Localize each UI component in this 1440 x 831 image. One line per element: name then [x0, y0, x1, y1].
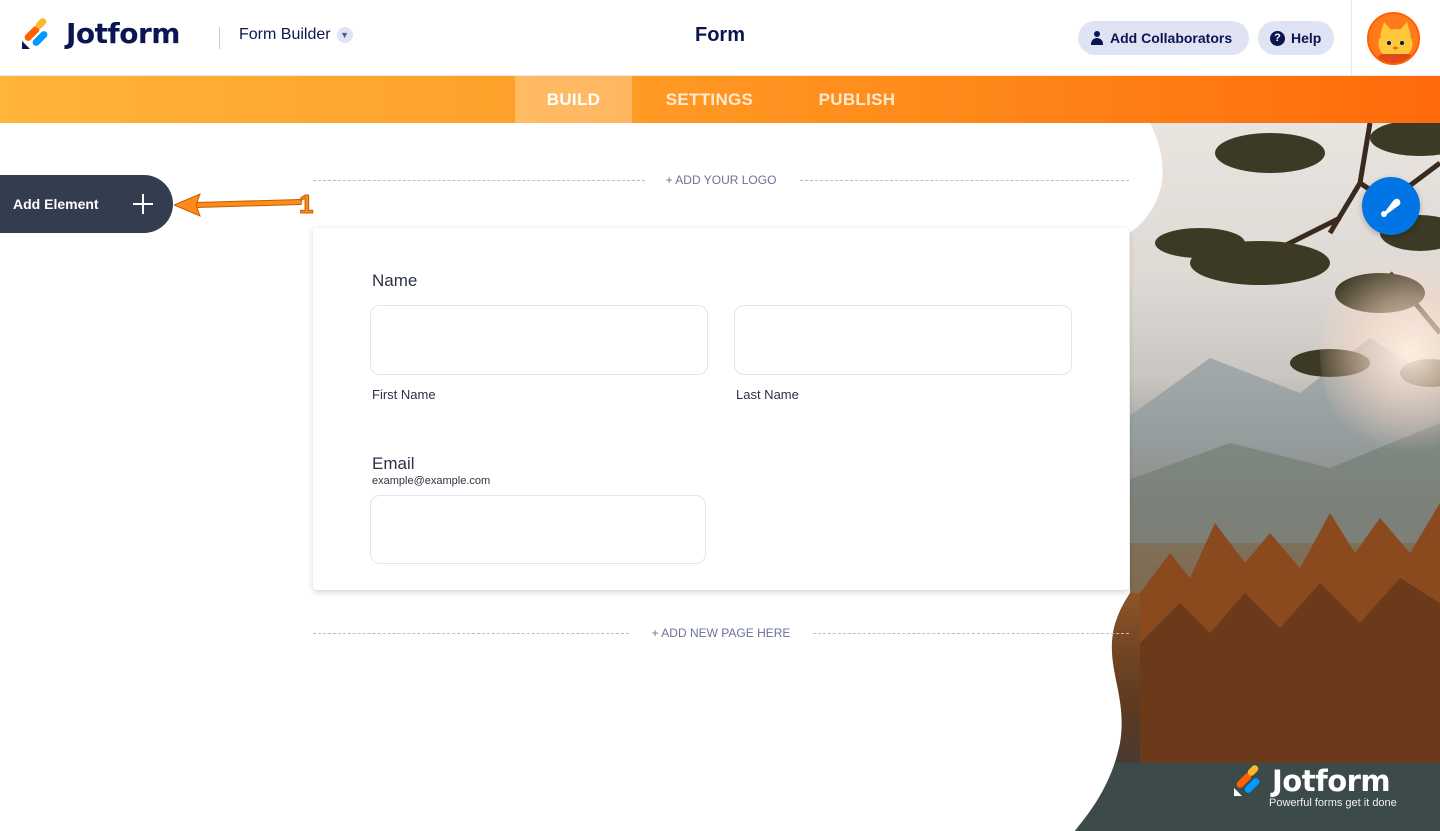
logo-dashed-line-right	[800, 180, 1129, 181]
help-label: Help	[1291, 30, 1322, 46]
jotform-logo[interactable]: Jotform	[20, 17, 180, 50]
first-name-sublabel: First Name	[372, 387, 436, 402]
help-icon: ?	[1270, 30, 1285, 46]
form-builder-label: Form Builder	[239, 26, 331, 43]
email-input[interactable]	[370, 495, 706, 564]
add-collaborators-button[interactable]: Add Collaborators	[1078, 21, 1249, 55]
avatar-cat-icon	[1369, 14, 1418, 63]
watermark-logo-icon	[1234, 765, 1260, 796]
tab-build[interactable]: BUILD	[515, 76, 632, 123]
header-divider	[219, 27, 220, 49]
page-dashed-line-right	[813, 633, 1129, 634]
first-name-input[interactable]	[370, 305, 708, 375]
last-name-input[interactable]	[734, 305, 1072, 375]
add-element-button[interactable]: Add Element	[0, 175, 173, 233]
add-logo-button[interactable]: + ADD YOUR LOGO	[656, 173, 786, 187]
name-field-label: Name	[372, 271, 418, 290]
help-button[interactable]: ? Help	[1258, 21, 1334, 55]
email-field-label: Email	[372, 454, 415, 473]
email-hint: example@example.com	[372, 475, 491, 487]
builder-tabs-bar: BUILD SETTINGS PUBLISH	[0, 76, 1440, 123]
paint-brush-icon	[1381, 198, 1401, 217]
tab-settings[interactable]: SETTINGS	[632, 76, 787, 123]
watermark-tagline: Powerful forms get it done	[1269, 797, 1397, 809]
page-dashed-line-left	[313, 633, 629, 634]
add-element-label: Add Element	[13, 196, 99, 212]
avatar-divider	[1351, 0, 1352, 76]
annotation-number: 1	[298, 189, 314, 220]
user-icon	[1090, 31, 1104, 45]
chevron-down-icon: ▼	[336, 27, 353, 43]
last-name-sublabel: Last Name	[736, 387, 799, 402]
annotation-arrow-icon	[174, 193, 302, 217]
tab-publish[interactable]: PUBLISH	[787, 76, 927, 123]
plus-icon	[133, 194, 153, 214]
logo-dashed-line-left	[313, 180, 645, 181]
form-card: Name First Name Last Name Email example@…	[313, 228, 1129, 590]
watermark-brand: Jotform	[1272, 764, 1391, 798]
add-new-page-button[interactable]: + ADD NEW PAGE HERE	[640, 626, 802, 640]
jotform-logo-icon	[22, 17, 48, 49]
avatar[interactable]	[1367, 12, 1420, 65]
top-header: Jotform Form Builder ▼ Form Add Collabor…	[0, 0, 1440, 76]
form-designer-button[interactable]	[1362, 177, 1420, 235]
form-builder-menu[interactable]: Form Builder ▼	[239, 26, 353, 44]
brand-name: Jotform	[66, 17, 180, 50]
add-collaborators-label: Add Collaborators	[1110, 30, 1233, 46]
jotform-watermark: Jotform	[1232, 764, 1391, 798]
